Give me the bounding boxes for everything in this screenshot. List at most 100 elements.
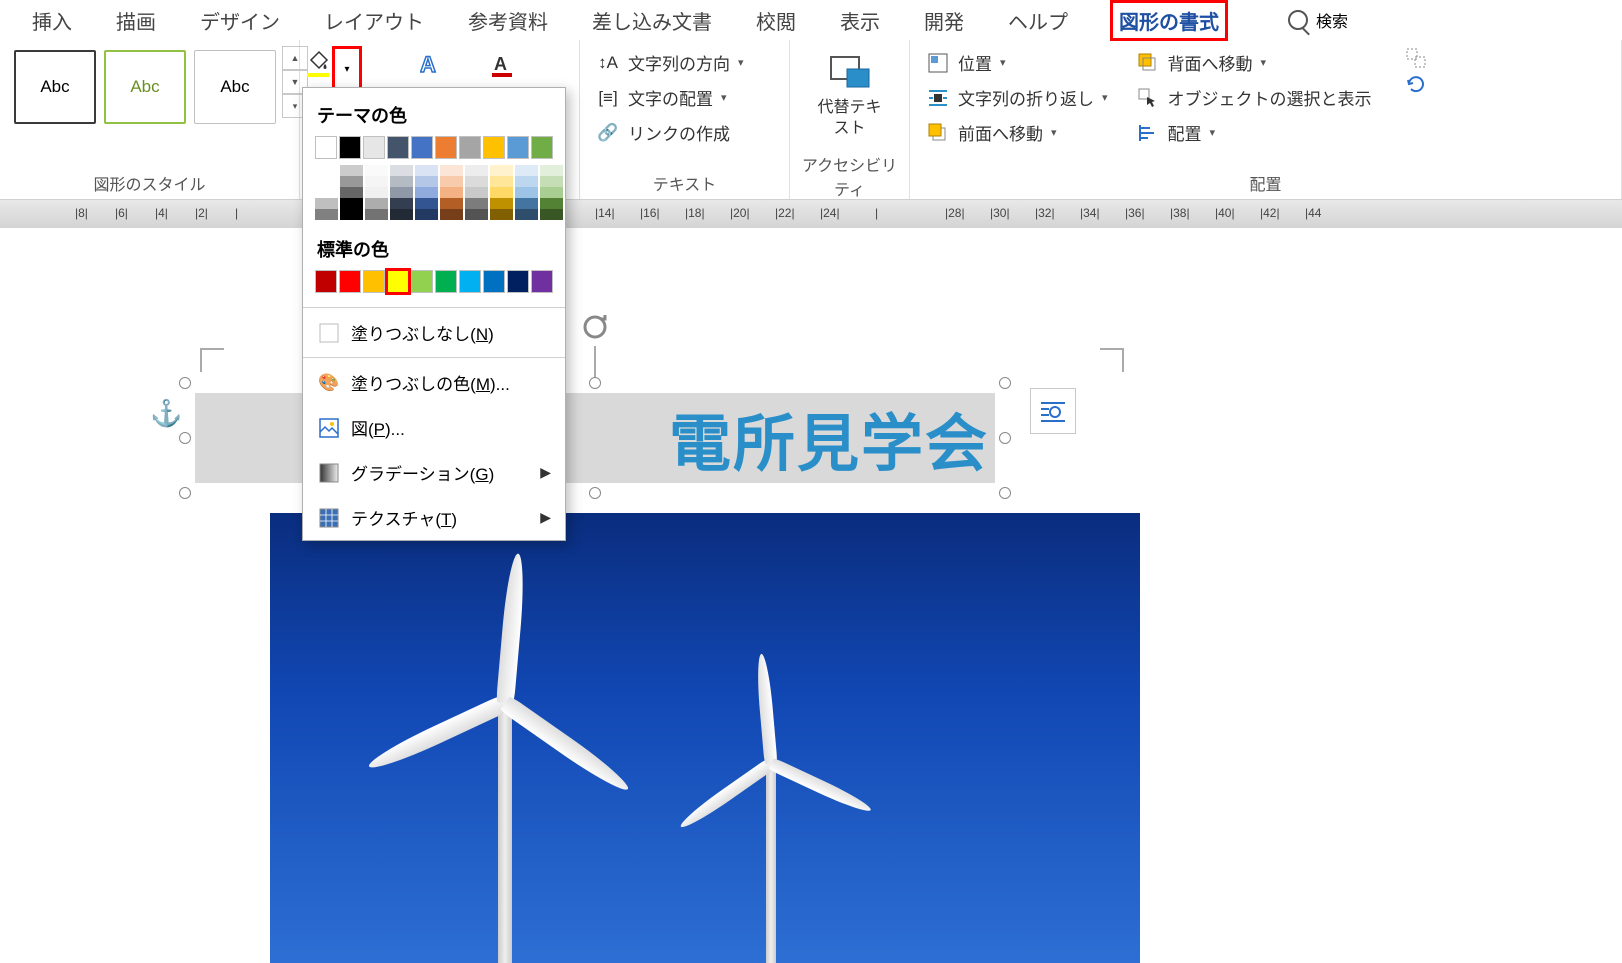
color-swatch[interactable] [515, 209, 538, 220]
color-swatch[interactable] [315, 198, 338, 209]
color-swatch[interactable] [440, 198, 463, 209]
color-swatch[interactable] [540, 165, 563, 176]
color-swatch[interactable] [415, 209, 438, 220]
tab-help[interactable]: ヘルプ [1006, 0, 1070, 41]
picture-fill-item[interactable]: 図(P)... [303, 405, 565, 450]
color-swatch[interactable] [435, 136, 457, 159]
text-align-button[interactable]: [≡]文字の配置▾ [590, 81, 733, 114]
color-swatch[interactable] [515, 176, 538, 187]
color-swatch[interactable] [339, 136, 361, 159]
color-swatch[interactable] [390, 187, 413, 198]
color-swatch[interactable] [490, 165, 513, 176]
color-swatch[interactable] [411, 136, 433, 159]
shape-style-1[interactable]: Abc [14, 50, 96, 124]
color-swatch[interactable] [390, 165, 413, 176]
tab-view[interactable]: 表示 [838, 0, 882, 41]
color-swatch[interactable] [390, 209, 413, 220]
color-swatch[interactable] [465, 198, 488, 209]
color-swatch[interactable] [315, 165, 338, 176]
color-swatch[interactable] [515, 187, 538, 198]
create-link-button[interactable]: 🔗リンクの作成 [590, 116, 736, 149]
color-swatch[interactable] [363, 136, 385, 159]
color-swatch[interactable] [415, 198, 438, 209]
more-fill-colors-item[interactable]: 🎨 塗りつぶしの色(M)... [303, 360, 565, 405]
shape-fill-button[interactable] [305, 49, 335, 89]
shape-style-2[interactable]: Abc [104, 50, 186, 124]
color-swatch[interactable] [315, 209, 338, 220]
color-swatch[interactable] [490, 187, 513, 198]
color-swatch[interactable] [340, 176, 363, 187]
tab-mailings[interactable]: 差し込み文書 [590, 0, 714, 41]
tab-layout[interactable]: レイアウト [322, 0, 426, 41]
tab-references[interactable]: 参考資料 [466, 0, 550, 41]
color-swatch[interactable] [411, 270, 433, 293]
shape-fill-dropdown-arrow[interactable]: ▾ [335, 49, 359, 89]
color-swatch[interactable] [390, 198, 413, 209]
group-icon[interactable] [1404, 46, 1428, 70]
color-swatch[interactable] [459, 270, 481, 293]
tab-insert[interactable]: 挿入 [30, 0, 74, 41]
selection-pane-button[interactable]: オブジェクトの選択と表示 [1130, 81, 1378, 114]
color-swatch-yellow-selected[interactable] [387, 270, 409, 293]
color-swatch[interactable] [540, 176, 563, 187]
search-box[interactable]: 検索 [1288, 8, 1348, 32]
tab-review[interactable]: 校閲 [754, 0, 798, 41]
color-swatch[interactable] [490, 176, 513, 187]
color-swatch[interactable] [490, 209, 513, 220]
inserted-image[interactable] [270, 513, 1140, 963]
color-swatch[interactable] [540, 187, 563, 198]
position-button[interactable]: 位置▾ [920, 46, 1114, 79]
resize-handle-ne[interactable] [999, 377, 1011, 389]
color-swatch[interactable] [440, 165, 463, 176]
color-swatch[interactable] [340, 198, 363, 209]
wordart-styles-icon[interactable]: A [420, 54, 444, 78]
color-swatch[interactable] [315, 136, 337, 159]
color-swatch[interactable] [490, 198, 513, 209]
color-swatch[interactable] [531, 136, 553, 159]
shape-style-3[interactable]: Abc [194, 50, 276, 124]
color-swatch[interactable] [483, 270, 505, 293]
color-swatch[interactable] [339, 270, 361, 293]
resize-handle-se[interactable] [999, 487, 1011, 499]
send-backward-button[interactable]: 背面へ移動▾ [1130, 46, 1378, 79]
color-swatch[interactable] [440, 187, 463, 198]
color-swatch[interactable] [415, 165, 438, 176]
color-swatch[interactable] [483, 136, 505, 159]
color-swatch[interactable] [465, 187, 488, 198]
color-swatch[interactable] [365, 209, 388, 220]
color-swatch[interactable] [387, 136, 409, 159]
tab-shape-format[interactable]: 図形の書式 [1110, 0, 1228, 41]
tab-developer[interactable]: 開発 [922, 0, 966, 41]
resize-handle-w[interactable] [179, 432, 191, 444]
color-swatch[interactable] [540, 209, 563, 220]
color-swatch[interactable] [515, 198, 538, 209]
resize-handle-e[interactable] [999, 432, 1011, 444]
color-swatch[interactable] [435, 270, 457, 293]
color-swatch[interactable] [465, 209, 488, 220]
rotate-icon[interactable] [1404, 72, 1428, 96]
color-swatch[interactable] [465, 176, 488, 187]
color-swatch[interactable] [365, 176, 388, 187]
color-swatch[interactable] [415, 176, 438, 187]
color-swatch[interactable] [340, 209, 363, 220]
color-swatch[interactable] [465, 165, 488, 176]
color-swatch[interactable] [365, 187, 388, 198]
layout-options-button[interactable] [1030, 388, 1076, 434]
color-swatch[interactable] [459, 136, 481, 159]
alt-text-button[interactable]: 代替テキスト [800, 46, 899, 146]
text-fill-icon[interactable]: A [490, 54, 514, 78]
color-swatch[interactable] [315, 187, 338, 198]
rotate-handle[interactable] [581, 313, 609, 386]
tab-draw[interactable]: 描画 [114, 0, 158, 41]
resize-handle-nw[interactable] [179, 377, 191, 389]
text-direction-button[interactable]: ↕A文字列の方向▾ [590, 46, 750, 79]
resize-handle-s[interactable] [589, 487, 601, 499]
shape-style-gallery[interactable]: Abc Abc Abc [10, 46, 280, 128]
color-swatch[interactable] [340, 165, 363, 176]
color-swatch[interactable] [507, 136, 529, 159]
color-swatch[interactable] [315, 270, 337, 293]
color-swatch[interactable] [340, 187, 363, 198]
color-swatch[interactable] [507, 270, 529, 293]
color-swatch[interactable] [531, 270, 553, 293]
color-swatch[interactable] [440, 176, 463, 187]
